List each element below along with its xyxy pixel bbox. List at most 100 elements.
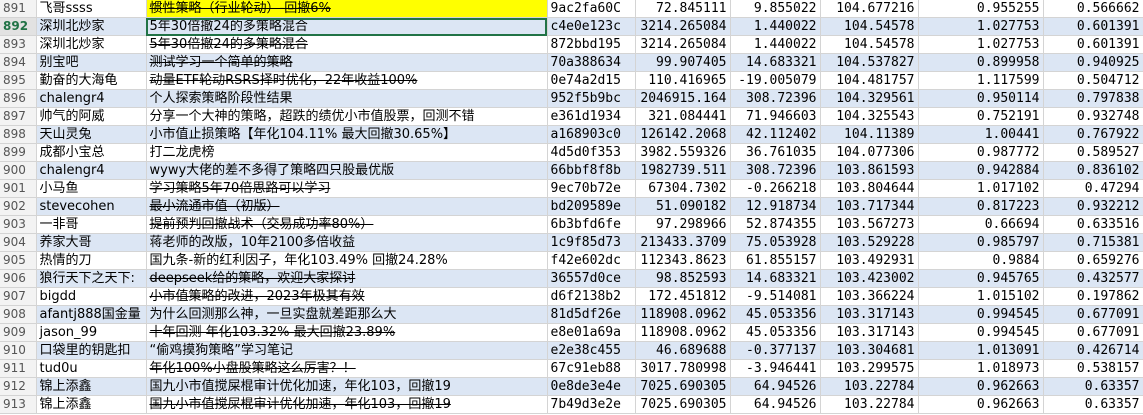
cell-value-3[interactable]: 104.54578 xyxy=(820,35,919,54)
cell-user[interactable]: 锦上添鑫 xyxy=(36,377,147,396)
cell-id[interactable]: bd209589e xyxy=(547,197,636,216)
cell-user[interactable]: 别宝吧 xyxy=(36,53,147,72)
cell-value-1[interactable]: 72.845111 xyxy=(635,0,731,18)
cell-user[interactable]: 锦上添鑫 xyxy=(36,395,147,414)
cell-value-4[interactable]: 0.955255 xyxy=(918,0,1044,18)
cell-value-2[interactable]: 12.918734 xyxy=(730,197,821,216)
table-row[interactable]: 909 jason_99 十年回测 年化103.32% 最大回撤23.89% e8e0… xyxy=(0,323,1143,342)
cell-value-2[interactable]: -0.266218 xyxy=(730,179,821,198)
cell-id[interactable]: 4d5d0f353 xyxy=(547,143,636,162)
cell-value-4[interactable]: 0.950114 xyxy=(918,89,1044,108)
cell-value-2[interactable]: 9.855022 xyxy=(730,0,821,18)
cell-user[interactable]: chalengr4 xyxy=(36,161,147,180)
cell-value-5[interactable]: 0.677091 xyxy=(1043,323,1143,342)
cell-value-5[interactable]: 0.432577 xyxy=(1043,269,1143,288)
row-header[interactable]: 908 xyxy=(0,305,37,324)
cell-value-1[interactable]: 2046915.164 xyxy=(635,89,731,108)
cell-value-2[interactable]: -0.377137 xyxy=(730,341,821,360)
cell-title[interactable]: wywy大佬的差不多得了策略四只股最优版 xyxy=(146,161,548,180)
cell-value-3[interactable]: 103.317143 xyxy=(820,305,919,324)
cell-id[interactable]: 872bbd195 xyxy=(547,35,636,54)
cell-user[interactable]: 深圳北炒家 xyxy=(36,35,147,54)
cell-title[interactable]: 5年30倍撤24的多策略混合 xyxy=(146,35,548,54)
table-row[interactable]: 907 bigdd 小市值策略的改进，2023年极其有效 d6f2138b2 172.4… xyxy=(0,287,1143,306)
cell-user[interactable]: 狼行天下之天下: xyxy=(36,269,147,288)
table-row[interactable]: 913 锦上添鑫 国九小市值搅屎棍审计优化加速，年化103，回撤19 7b49d3e2… xyxy=(0,395,1143,414)
row-header[interactable]: 896 xyxy=(0,89,37,108)
table-row[interactable]: 908 afantj888国金量 为什么回测那么神，一旦实盘就差距那么大 81d5df… xyxy=(0,305,1143,324)
cell-id[interactable]: 81d5df26e xyxy=(547,305,636,324)
cell-user[interactable]: jason_99 xyxy=(36,323,147,342)
cell-value-1[interactable]: 3214.265084 xyxy=(635,17,731,36)
cell-value-5[interactable]: 0.836102 xyxy=(1043,161,1143,180)
cell-value-5[interactable]: 0.932748 xyxy=(1043,107,1143,126)
table-row[interactable]: 898 天山灵兔 小市值止损策略【年化104.11% 最大回撤30.65%】 a168… xyxy=(0,125,1143,144)
cell-value-2[interactable]: 71.946603 xyxy=(730,107,821,126)
cell-value-2[interactable]: 42.112402 xyxy=(730,125,821,144)
cell-id[interactable]: 0e8de3e4e xyxy=(547,377,636,396)
cell-value-4[interactable]: 0.942884 xyxy=(918,161,1044,180)
row-header[interactable]: 901 xyxy=(0,179,37,198)
cell-value-5[interactable]: 0.677091 xyxy=(1043,305,1143,324)
cell-value-4[interactable]: 1.013091 xyxy=(918,341,1044,360)
row-header[interactable]: 898 xyxy=(0,125,37,144)
cell-value-3[interactable]: 103.423002 xyxy=(820,269,919,288)
table-row[interactable]: 894 别宝吧 测试学习一个简单的策略 70a388634 99.907405 14.68… xyxy=(0,53,1143,72)
cell-value-1[interactable]: 67304.7302 xyxy=(635,179,731,198)
cell-value-4[interactable]: 0.962663 xyxy=(918,395,1044,414)
row-header[interactable]: 909 xyxy=(0,323,37,342)
cell-value-3[interactable]: 103.317143 xyxy=(820,323,919,342)
cell-value-4[interactable]: 0.987772 xyxy=(918,143,1044,162)
cell-user[interactable]: 深圳北炒家 xyxy=(36,17,147,36)
cell-title[interactable]: 个人探索策略阶段性结果 xyxy=(146,89,548,108)
cell-value-3[interactable]: 104.54578 xyxy=(820,17,919,36)
cell-value-5[interactable]: 0.47294 xyxy=(1043,179,1143,198)
table-row[interactable]: 895 勤奋的大海龟 动量ETF轮动RSRS择时优化，22年收益100% 0e74a2… xyxy=(0,71,1143,90)
cell-value-3[interactable]: 104.481757 xyxy=(820,71,919,90)
table-row[interactable]: 897 帅气的阿威 分享一个大神的策略，超跌的绩优小市值股票，回测不错 e361d19… xyxy=(0,107,1143,126)
cell-value-3[interactable]: 103.492931 xyxy=(820,251,919,270)
cell-value-1[interactable]: 118908.0962 xyxy=(635,323,731,342)
table-row[interactable]: 899 成都小宝总 打二龙虎榜 4d5d0f353 3982.559326 36.7610… xyxy=(0,143,1143,162)
cell-value-4[interactable]: 1.027753 xyxy=(918,17,1044,36)
cell-value-4[interactable]: 1.017102 xyxy=(918,179,1044,198)
cell-value-3[interactable]: 104.677216 xyxy=(820,0,919,18)
cell-user[interactable]: 养家大哥 xyxy=(36,233,147,252)
cell-value-1[interactable]: 3982.559326 xyxy=(635,143,731,162)
cell-value-4[interactable]: 0.945765 xyxy=(918,269,1044,288)
cell-value-4[interactable]: 1.00441 xyxy=(918,125,1044,144)
cell-value-2[interactable]: 308.72396 xyxy=(730,89,821,108)
cell-id[interactable]: 9ec70b72e xyxy=(547,179,636,198)
cell-value-3[interactable]: 103.861593 xyxy=(820,161,919,180)
cell-value-5[interactable]: 0.504712 xyxy=(1043,71,1143,90)
cell-value-5[interactable]: 0.63357 xyxy=(1043,395,1143,414)
cell-value-3[interactable]: 104.537827 xyxy=(820,53,919,72)
table-row[interactable]: 911 tud0u 年化100%小盘股策略这么厉害？！ 67c91eb88 3017.7… xyxy=(0,359,1143,378)
cell-id[interactable]: e2e38c455 xyxy=(547,341,636,360)
cell-value-5[interactable]: 0.767922 xyxy=(1043,125,1143,144)
cell-value-4[interactable]: 0.66694 xyxy=(918,215,1044,234)
table-row[interactable]: 896 chalengr4 个人探索策略阶段性结果 952f5b9bc 2046915.… xyxy=(0,89,1143,108)
cell-value-5[interactable]: 0.566662 xyxy=(1043,0,1143,18)
cell-value-1[interactable]: 1982739.511 xyxy=(635,161,731,180)
cell-title[interactable]: 测试学习一个简单的策略 xyxy=(146,53,548,72)
table-row[interactable]: 905 热情的刀 国九条-新的红利因子，年化103.49% 回撤24.28% f42e… xyxy=(0,251,1143,270)
table-row[interactable]: 900 chalengr4 wywy大佬的差不多得了策略四只股最优版 66bbf8f8… xyxy=(0,161,1143,180)
cell-title[interactable]: 国九小市值搅屎棍审计优化加速，年化103，回撤19 xyxy=(146,377,548,396)
cell-id[interactable]: 9ac2fa60C xyxy=(547,0,636,18)
cell-value-3[interactable]: 104.325543 xyxy=(820,107,919,126)
row-header[interactable]: 905 xyxy=(0,251,37,270)
cell-title[interactable]: 十年回测 年化103.32% 最大回撤23.89% xyxy=(146,323,548,342)
cell-value-1[interactable]: 3017.780998 xyxy=(635,359,731,378)
table-row[interactable]: 891 飞哥ssss 惯性策略（行业轮动）-回撤6% 9ac2fa60C 72.8451… xyxy=(0,0,1143,18)
cell-id[interactable]: 1c9f85d73 xyxy=(547,233,636,252)
cell-value-1[interactable]: 7025.690305 xyxy=(635,395,731,414)
table-row[interactable]: 912 锦上添鑫 国九小市值搅屎棍审计优化加速，年化103，回撤19 0e8de3e4… xyxy=(0,377,1143,396)
cell-user[interactable]: stevecohen xyxy=(36,197,147,216)
cell-title[interactable]: 国九条-新的红利因子，年化103.49% 回撤24.28% xyxy=(146,251,548,270)
cell-value-3[interactable]: 103.299575 xyxy=(820,359,919,378)
cell-value-3[interactable]: 103.804644 xyxy=(820,179,919,198)
cell-value-3[interactable]: 103.366224 xyxy=(820,287,919,306)
cell-value-5[interactable]: 0.601391 xyxy=(1043,17,1143,36)
row-header[interactable]: 903 xyxy=(0,215,37,234)
